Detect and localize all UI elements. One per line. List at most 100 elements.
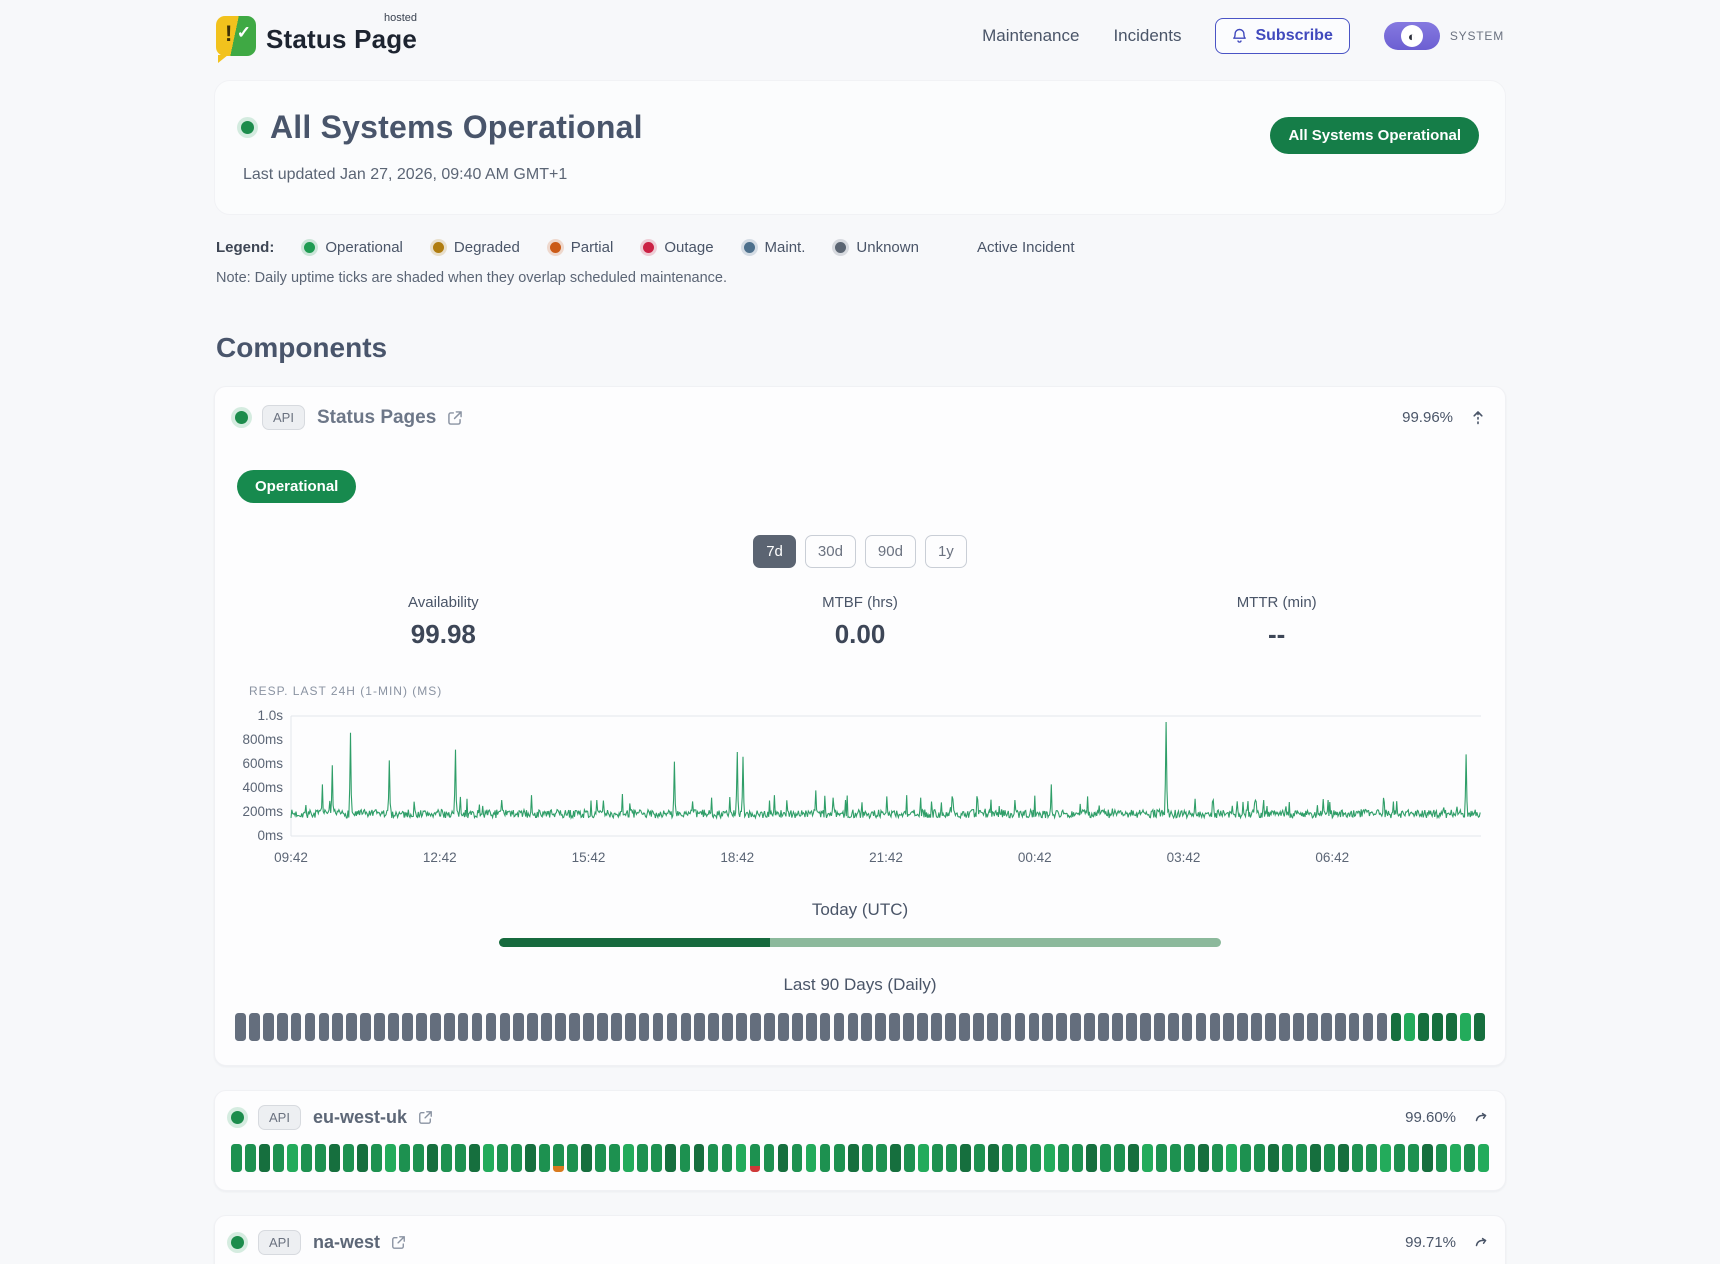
uptime-tick[interactable] [806, 1144, 817, 1172]
uptime-tick[interactable] [694, 1144, 705, 1172]
uptime-tick[interactable] [427, 1144, 438, 1172]
uptime-tick[interactable] [1168, 1013, 1179, 1041]
uptime-tick[interactable] [1182, 1013, 1193, 1041]
uptime-tick[interactable] [722, 1013, 733, 1041]
uptime-tick[interactable] [458, 1013, 469, 1041]
uptime-tick[interactable] [1377, 1013, 1388, 1041]
uptime-tick[interactable] [1210, 1013, 1221, 1041]
uptime-tick[interactable] [974, 1144, 985, 1172]
uptime-tick[interactable] [1237, 1013, 1248, 1041]
collapse-arrow-icon[interactable] [1471, 409, 1485, 427]
uptime-tick[interactable] [1058, 1144, 1069, 1172]
nav-link-incidents[interactable]: Incidents [1113, 26, 1181, 46]
uptime-tick[interactable] [1321, 1013, 1332, 1041]
uptime-tick[interactable] [402, 1013, 413, 1041]
uptime-tick[interactable] [931, 1013, 942, 1041]
uptime-tick[interactable] [764, 1013, 775, 1041]
uptime-tick[interactable] [541, 1013, 552, 1041]
uptime-tick[interactable] [1363, 1013, 1374, 1041]
uptime-tick[interactable] [581, 1144, 592, 1172]
uptime-tick[interactable] [1282, 1144, 1293, 1172]
uptime-tick[interactable] [848, 1144, 859, 1172]
uptime-tick[interactable] [1265, 1013, 1276, 1041]
uptime-tick[interactable] [1422, 1144, 1433, 1172]
uptime-tick[interactable] [1478, 1144, 1489, 1172]
uptime-tick[interactable] [1352, 1144, 1363, 1172]
uptime-tick[interactable] [567, 1144, 578, 1172]
uptime-tick[interactable] [1128, 1144, 1139, 1172]
uptime-tick[interactable] [1436, 1144, 1447, 1172]
expand-arrow-icon[interactable] [1474, 1236, 1489, 1249]
uptime-tick[interactable] [1307, 1013, 1318, 1041]
range-button-30d[interactable]: 30d [805, 535, 856, 568]
uptime-tick[interactable] [834, 1013, 845, 1041]
uptime-tick[interactable] [1086, 1144, 1097, 1172]
uptime-tick[interactable] [946, 1144, 957, 1172]
uptime-tick[interactable] [708, 1013, 719, 1041]
uptime-tick[interactable] [960, 1144, 971, 1172]
theme-toggle[interactable]: ◐ [1384, 22, 1440, 50]
uptime-tick[interactable] [1015, 1013, 1026, 1041]
uptime-tick[interactable] [1029, 1013, 1040, 1041]
uptime-tick[interactable] [287, 1144, 298, 1172]
uptime-tick[interactable] [1404, 1013, 1415, 1041]
uptime-tick[interactable] [1184, 1144, 1195, 1172]
uptime-tick[interactable] [680, 1144, 691, 1172]
uptime-tick[interactable] [343, 1144, 354, 1172]
uptime-tick[interactable] [750, 1013, 761, 1041]
uptime-tick[interactable] [1030, 1144, 1041, 1172]
uptime-tick[interactable] [651, 1144, 662, 1172]
uptime-tick[interactable] [301, 1144, 312, 1172]
uptime-tick[interactable] [694, 1013, 705, 1041]
uptime-tick[interactable] [346, 1013, 357, 1041]
uptime-tick[interactable] [1212, 1144, 1223, 1172]
uptime-tick[interactable] [637, 1144, 648, 1172]
uptime-tick[interactable] [388, 1013, 399, 1041]
uptime-tick[interactable] [1001, 1013, 1012, 1041]
expand-arrow-icon[interactable] [1474, 1111, 1489, 1124]
uptime-tick[interactable] [889, 1013, 900, 1041]
uptime-tick[interactable] [1349, 1013, 1360, 1041]
uptime-tick[interactable] [1394, 1144, 1405, 1172]
subscribe-button[interactable]: Subscribe [1215, 18, 1349, 54]
uptime-tick[interactable] [245, 1144, 256, 1172]
uptime-tick[interactable] [973, 1013, 984, 1041]
uptime-tick[interactable] [455, 1144, 466, 1172]
uptime-tick[interactable] [319, 1013, 330, 1041]
uptime-tick[interactable] [305, 1013, 316, 1041]
uptime-tick[interactable] [332, 1013, 343, 1041]
uptime-tick[interactable] [609, 1144, 620, 1172]
uptime-tick[interactable] [903, 1013, 914, 1041]
uptime-tick[interactable] [1154, 1013, 1165, 1041]
uptime-tick[interactable] [430, 1013, 441, 1041]
uptime-tick[interactable] [315, 1144, 326, 1172]
uptime-tick[interactable] [472, 1013, 483, 1041]
uptime-tick[interactable] [932, 1144, 943, 1172]
uptime-tick[interactable] [371, 1144, 382, 1172]
uptime-tick[interactable] [231, 1144, 242, 1172]
uptime-tick[interactable] [235, 1013, 246, 1041]
uptime-tick[interactable] [1056, 1013, 1067, 1041]
uptime-tick[interactable] [1380, 1144, 1391, 1172]
uptime-tick[interactable] [1016, 1144, 1027, 1172]
range-button-90d[interactable]: 90d [865, 535, 916, 568]
nav-link-maintenance[interactable]: Maintenance [982, 26, 1079, 46]
uptime-tick[interactable] [1044, 1144, 1055, 1172]
external-link-icon[interactable] [390, 1234, 407, 1251]
uptime-tick[interactable] [1324, 1144, 1335, 1172]
uptime-tick[interactable] [539, 1144, 550, 1172]
uptime-tick[interactable] [259, 1144, 270, 1172]
uptime-tick[interactable] [1098, 1013, 1109, 1041]
uptime-tick[interactable] [1084, 1013, 1095, 1041]
uptime-tick[interactable] [917, 1013, 928, 1041]
uptime-tick[interactable] [1142, 1144, 1153, 1172]
uptime-tick[interactable] [778, 1013, 789, 1041]
uptime-tick[interactable] [1335, 1013, 1346, 1041]
external-link-icon[interactable] [417, 1109, 434, 1126]
uptime-tick[interactable] [778, 1144, 789, 1172]
uptime-tick[interactable] [959, 1013, 970, 1041]
uptime-tick[interactable] [1140, 1013, 1151, 1041]
uptime-tick[interactable] [1254, 1144, 1265, 1172]
uptime-tick[interactable] [1072, 1144, 1083, 1172]
uptime-tick[interactable] [1002, 1144, 1013, 1172]
